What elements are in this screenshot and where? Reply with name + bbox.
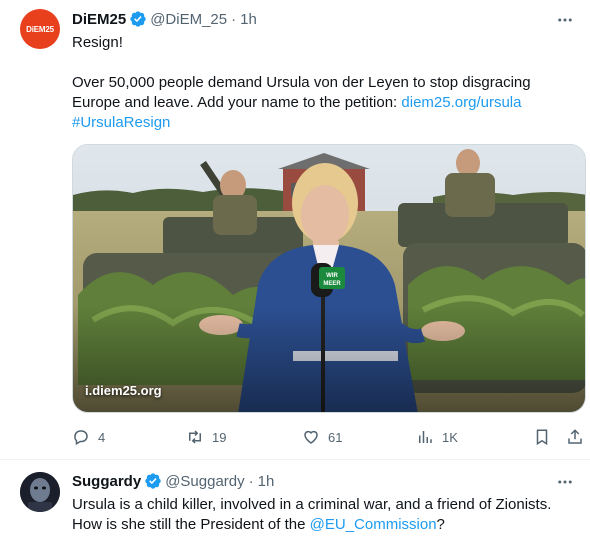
reply-icon xyxy=(74,430,88,446)
views-count: 1K xyxy=(442,429,458,445)
verified-badge-icon xyxy=(145,473,161,489)
handle[interactable]: @Suggardy xyxy=(165,473,244,490)
separator: · xyxy=(231,10,237,28)
reply-button[interactable]: 4 xyxy=(72,426,105,448)
avatar-logo-text: DiEM25 xyxy=(26,24,54,34)
tweet-line: ? xyxy=(436,516,445,533)
more-options-icon xyxy=(558,480,572,484)
views-icon xyxy=(419,431,432,443)
tweet-text: Resign! Over 50,000 people demand Ursula… xyxy=(72,33,572,133)
retweet-button[interactable]: 19 xyxy=(186,426,226,448)
avatar[interactable] xyxy=(20,472,60,512)
tweet-line: Ursula is a child killer, involved in a … xyxy=(72,496,552,513)
tweet-header: Suggardy @Suggardy · 1h xyxy=(72,472,274,490)
verified-badge-icon xyxy=(130,11,146,27)
tweet-diem25[interactable]: DiEM25 DiEM25 @DiEM_25 · 1h Resign! Over… xyxy=(0,0,590,460)
tweet-text: Ursula is a child killer, involved in a … xyxy=(72,495,582,535)
tweet-media-card[interactable]: WIR MEER i.diem25.org xyxy=(72,144,586,413)
tweet-line: Over 50,000 people demand Ursula von der… xyxy=(72,74,531,91)
views-button[interactable]: 1K xyxy=(416,426,458,448)
bookmark-icon xyxy=(536,429,548,446)
petition-link[interactable]: diem25.org/ursula xyxy=(401,94,521,111)
tweet-line: How is she still the President of the xyxy=(72,516,310,533)
more-options-button[interactable] xyxy=(554,9,576,31)
bookmark-button[interactable] xyxy=(533,426,559,448)
tweet-line: Europe and leave. Add your name to the p… xyxy=(72,94,402,111)
media-photo: WIR MEER xyxy=(73,145,585,412)
handle[interactable]: @DiEM_25 xyxy=(150,11,227,28)
mention-link[interactable]: @EU_Commission xyxy=(310,516,437,533)
tweet-actions: 4 19 61 1K xyxy=(72,426,584,448)
reply-count: 4 xyxy=(98,429,106,445)
avatar-image xyxy=(20,472,60,512)
timestamp[interactable]: 1h xyxy=(240,11,257,28)
tweet-line: Resign! xyxy=(72,34,123,51)
timestamp[interactable]: 1h xyxy=(258,473,275,490)
avatar[interactable]: DiEM25 xyxy=(20,9,60,49)
display-name[interactable]: DiEM25 xyxy=(72,11,126,28)
tweet-header: DiEM25 @DiEM_25 · 1h xyxy=(72,10,257,28)
retweet-count: 19 xyxy=(212,429,227,445)
retweet-icon xyxy=(189,430,201,444)
media-source-label: i.diem25.org xyxy=(85,383,162,398)
share-button[interactable] xyxy=(566,426,590,448)
tweet-suggardy[interactable]: Suggardy @Suggardy · 1h Ursula is a chil… xyxy=(0,461,590,546)
share-icon xyxy=(568,429,582,444)
like-button[interactable]: 61 xyxy=(302,426,342,448)
like-count: 61 xyxy=(328,429,343,445)
separator: · xyxy=(248,472,254,490)
like-icon xyxy=(304,430,318,444)
hashtag-link[interactable]: #UrsulaResign xyxy=(72,114,170,131)
more-options-button[interactable] xyxy=(554,471,576,493)
more-options-icon xyxy=(558,18,572,22)
display-name[interactable]: Suggardy xyxy=(72,473,141,490)
